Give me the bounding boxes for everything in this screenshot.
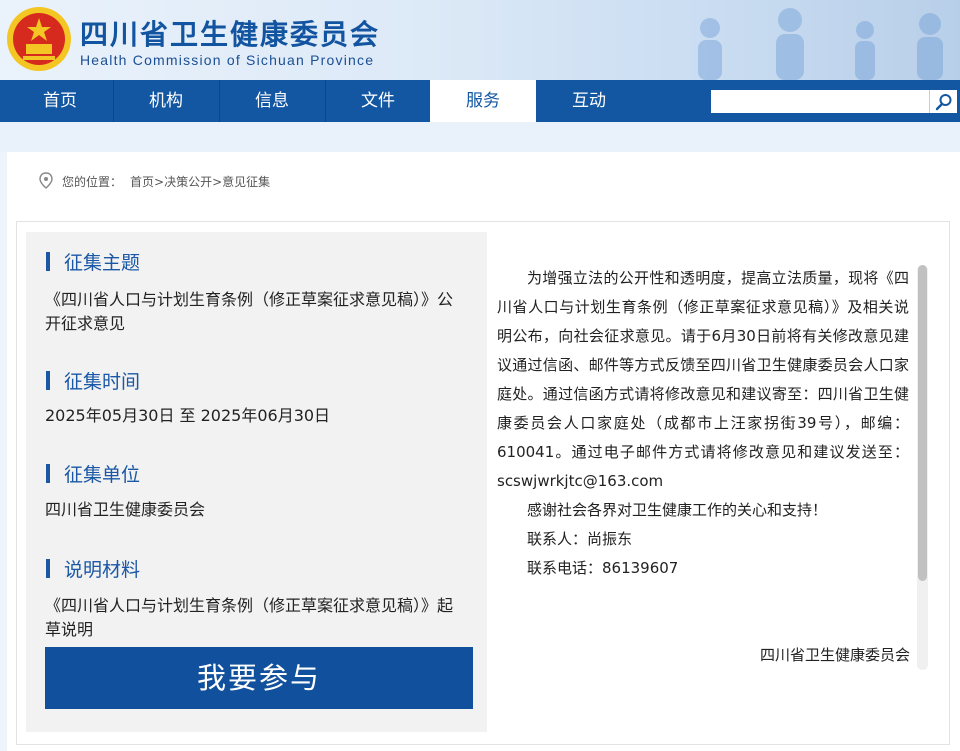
- nav-interaction[interactable]: 互动: [536, 80, 642, 122]
- search-button[interactable]: [929, 90, 957, 113]
- material-heading: 说明材料: [46, 555, 140, 582]
- search-input[interactable]: [711, 90, 929, 113]
- notice-phone: 联系电话：86139607: [527, 559, 679, 577]
- heading-bar: [46, 371, 50, 390]
- people-silhouette-banner: [698, 8, 943, 80]
- notice-thanks: 感谢社会各界对卫生健康工作的关心和支持！: [527, 501, 828, 519]
- breadcrumb-prefix: 您的位置：: [62, 174, 123, 189]
- site-title: 四川省卫生健康委员会: [80, 18, 381, 51]
- notice-contact: 联系人：尚振东: [527, 530, 633, 548]
- breadcrumb-path[interactable]: 首页>决策公开>意见征集: [130, 173, 270, 190]
- national-emblem-icon: [7, 7, 71, 71]
- topic-heading: 征集主题: [46, 248, 140, 275]
- heading-bar: [46, 252, 50, 271]
- site-header: 四川省卫生健康委员会 Health Commission of Sichuan …: [0, 0, 960, 80]
- breadcrumb: 您的位置： 首页>决策公开>意见征集: [38, 172, 270, 190]
- time-heading: 征集时间: [46, 367, 140, 394]
- participate-button[interactable]: 我要参与: [45, 647, 473, 709]
- nav-home[interactable]: 首页: [7, 80, 114, 122]
- notice-scrollbar[interactable]: [917, 265, 928, 670]
- location-pin-icon: [39, 172, 53, 189]
- nav-organization[interactable]: 机构: [113, 80, 220, 122]
- time-heading-label: 征集时间: [64, 371, 141, 393]
- material-heading-label: 说明材料: [64, 559, 141, 581]
- notice-signature: 四川省卫生健康委员会: [759, 646, 910, 664]
- notice-body: 为增强立法的公开性和透明度，提高立法质量，现将《四川省人口与计划生育条例（修正草…: [497, 264, 909, 583]
- search-icon: [935, 93, 951, 110]
- site-subtitle: Health Commission of Sichuan Province: [80, 52, 375, 68]
- nav-services[interactable]: 服务: [430, 80, 536, 122]
- topic-heading-label: 征集主题: [64, 252, 141, 274]
- material-link[interactable]: 《四川省人口与计划生育条例（修正草案征求意见稿）》起草说明: [45, 594, 465, 642]
- unit-heading-label: 征集单位: [64, 464, 141, 486]
- heading-bar: [46, 464, 50, 483]
- topic-text: 《四川省人口与计划生育条例（修正草案征求意见稿）》公开征求意见: [45, 290, 454, 333]
- nav-information[interactable]: 信息: [219, 80, 326, 122]
- time-text: 2025年05月30日 至 2025年06月30日: [45, 406, 331, 425]
- scrollbar-thumb[interactable]: [918, 265, 927, 581]
- page-band: [0, 122, 960, 152]
- unit-heading: 征集单位: [46, 460, 140, 487]
- heading-bar: [46, 559, 50, 578]
- notice-paragraph: 为增强立法的公开性和透明度，提高立法质量，现将《四川省人口与计划生育条例（修正草…: [497, 269, 909, 490]
- unit-text: 四川省卫生健康委员会: [45, 500, 206, 519]
- nav-documents[interactable]: 文件: [325, 80, 431, 122]
